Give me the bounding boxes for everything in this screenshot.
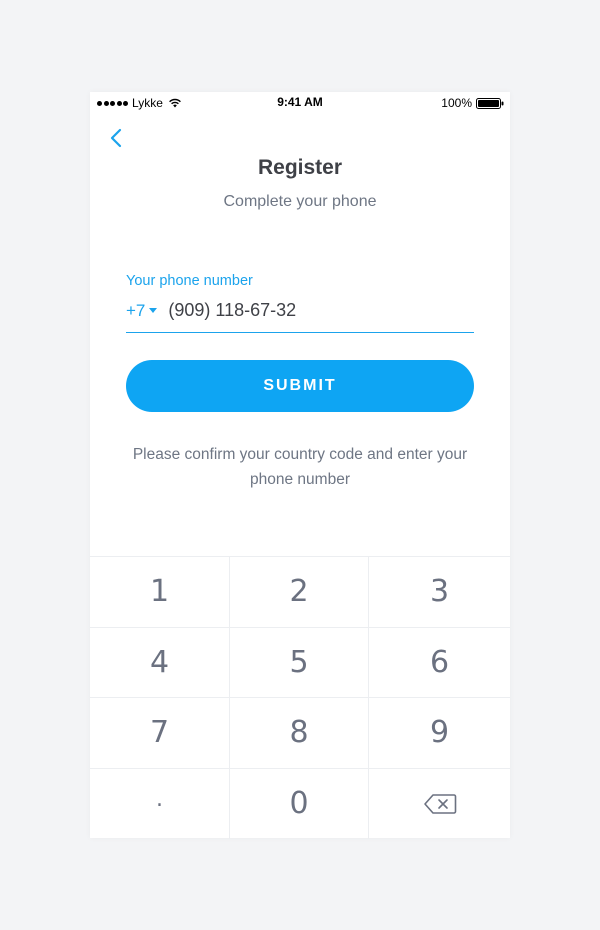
key-dot[interactable]: . xyxy=(90,768,230,839)
chevron-left-icon xyxy=(110,128,122,148)
battery-percentage: 100% xyxy=(441,96,472,110)
caret-down-icon xyxy=(149,308,158,313)
key-3[interactable]: 3 xyxy=(369,557,510,628)
register-screen: Lykke 9:41 AM 100% Register Complete you… xyxy=(90,92,510,840)
key-6[interactable]: 6 xyxy=(369,628,510,698)
key-7[interactable]: 7 xyxy=(90,698,230,769)
status-bar: Lykke 9:41 AM 100% xyxy=(90,92,510,114)
backspace-icon xyxy=(423,793,456,814)
phone-field: +7 xyxy=(126,295,474,333)
country-code-value: +7 xyxy=(126,300,146,320)
key-4[interactable]: 4 xyxy=(90,627,230,698)
key-5[interactable]: 5 xyxy=(230,627,369,698)
key-0[interactable]: 0 xyxy=(230,768,369,839)
key-8[interactable]: 8 xyxy=(230,698,369,769)
phone-field-label: Your phone number xyxy=(126,273,253,289)
key-2[interactable]: 2 xyxy=(230,557,369,628)
country-code-selector[interactable]: +7 xyxy=(126,300,158,321)
key-9[interactable]: 9 xyxy=(369,698,510,769)
submit-button[interactable]: SUBMIT xyxy=(126,360,474,412)
status-right: 100% xyxy=(441,96,504,110)
help-text: Please confirm your country code and ent… xyxy=(132,446,468,488)
battery-icon xyxy=(476,97,504,109)
phone-number-input[interactable] xyxy=(168,300,419,321)
back-button[interactable] xyxy=(104,126,128,150)
backspace-key[interactable] xyxy=(369,769,510,840)
numeric-keypad: 1 2 3 4 5 6 7 8 9 . 0 xyxy=(90,556,510,840)
page-title: Register xyxy=(257,156,343,179)
page-subtitle: Complete your phone xyxy=(223,193,377,210)
key-1[interactable]: 1 xyxy=(90,557,230,628)
